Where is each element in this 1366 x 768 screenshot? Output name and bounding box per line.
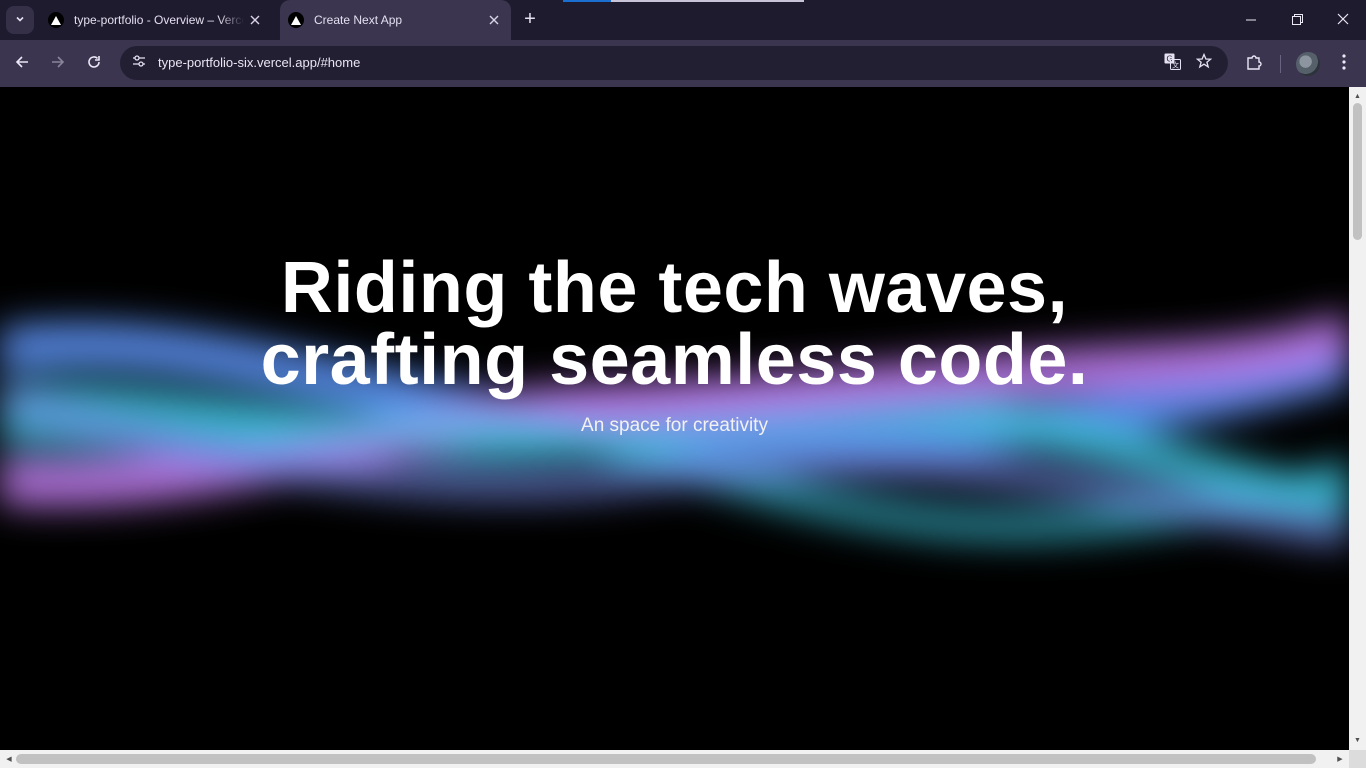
forward-button[interactable] [44, 50, 72, 78]
address-bar-url[interactable]: type-portfolio-six.vercel.app/#home [158, 55, 360, 70]
vertical-scroll-thumb[interactable] [1353, 103, 1362, 240]
site-info-button[interactable] [126, 50, 152, 76]
tab-strip: type-portfolio - Overview – Vercel Creat… [0, 0, 1366, 40]
new-tab-button[interactable]: + [518, 8, 542, 32]
translate-icon: G 文 [1164, 53, 1181, 74]
hero-title-line-2: crafting seamless code. [260, 320, 1089, 400]
chevron-down-icon [15, 14, 25, 27]
minimize-button[interactable] [1228, 0, 1274, 40]
vercel-triangle-icon [48, 12, 64, 28]
tab-create-next-app[interactable]: Create Next App [280, 0, 511, 40]
loading-bar [563, 0, 804, 2]
restore-button[interactable] [1274, 0, 1320, 40]
horizontal-scroll-thumb[interactable] [16, 754, 1316, 764]
hero-title: Riding the tech waves, crafting seamless… [0, 252, 1349, 396]
scroll-down-arrow[interactable]: ▼ [1349, 733, 1366, 747]
scroll-right-arrow[interactable]: ▶ [1333, 750, 1347, 768]
horizontal-scrollbar[interactable]: ◀ ▶ [0, 750, 1349, 768]
close-icon [1337, 12, 1349, 28]
close-icon[interactable] [483, 9, 505, 31]
browser-menu-button[interactable] [1330, 50, 1358, 78]
reload-button[interactable] [80, 50, 108, 78]
arrow-right-icon [51, 55, 65, 74]
page-viewport: Riding the tech waves, crafting seamless… [0, 87, 1349, 750]
tune-icon [132, 54, 146, 73]
scroll-up-arrow[interactable]: ▲ [1349, 89, 1366, 103]
hero-title-line-1: Riding the tech waves, [280, 248, 1069, 328]
svg-text:文: 文 [1172, 60, 1179, 69]
loading-bar-accent [563, 0, 611, 2]
toolbar-divider [1280, 55, 1281, 73]
tab-title: Create Next App [314, 13, 403, 27]
tab-vercel-overview[interactable]: type-portfolio - Overview – Vercel [40, 0, 272, 40]
browser-toolbar: type-portfolio-six.vercel.app/#home G 文 [0, 40, 1366, 87]
bookmark-button[interactable] [1194, 52, 1214, 73]
address-bar[interactable]: type-portfolio-six.vercel.app/#home G 文 [120, 46, 1228, 80]
back-button[interactable] [8, 50, 36, 78]
vertical-scrollbar[interactable]: ▲ ▼ [1349, 87, 1366, 750]
puzzle-icon [1245, 53, 1263, 76]
tab-search-button[interactable] [6, 6, 34, 34]
restore-icon [1291, 12, 1303, 28]
close-window-button[interactable] [1320, 0, 1366, 40]
avatar[interactable] [1296, 52, 1320, 76]
translate-button[interactable]: G 文 [1162, 53, 1182, 73]
minimize-icon [1246, 12, 1256, 28]
arrow-left-icon [15, 55, 29, 74]
close-icon[interactable] [244, 9, 266, 31]
scrollbar-corner [1349, 750, 1366, 768]
scroll-left-arrow[interactable]: ◀ [2, 750, 16, 768]
reload-icon [87, 55, 101, 74]
kebab-menu-icon [1342, 53, 1346, 75]
tab-title: type-portfolio - Overview – Vercel [74, 13, 244, 27]
vercel-triangle-icon [288, 12, 304, 28]
hero-subtitle: An space for creativity [581, 415, 768, 436]
star-icon [1195, 52, 1213, 73]
extensions-button[interactable] [1240, 50, 1268, 78]
